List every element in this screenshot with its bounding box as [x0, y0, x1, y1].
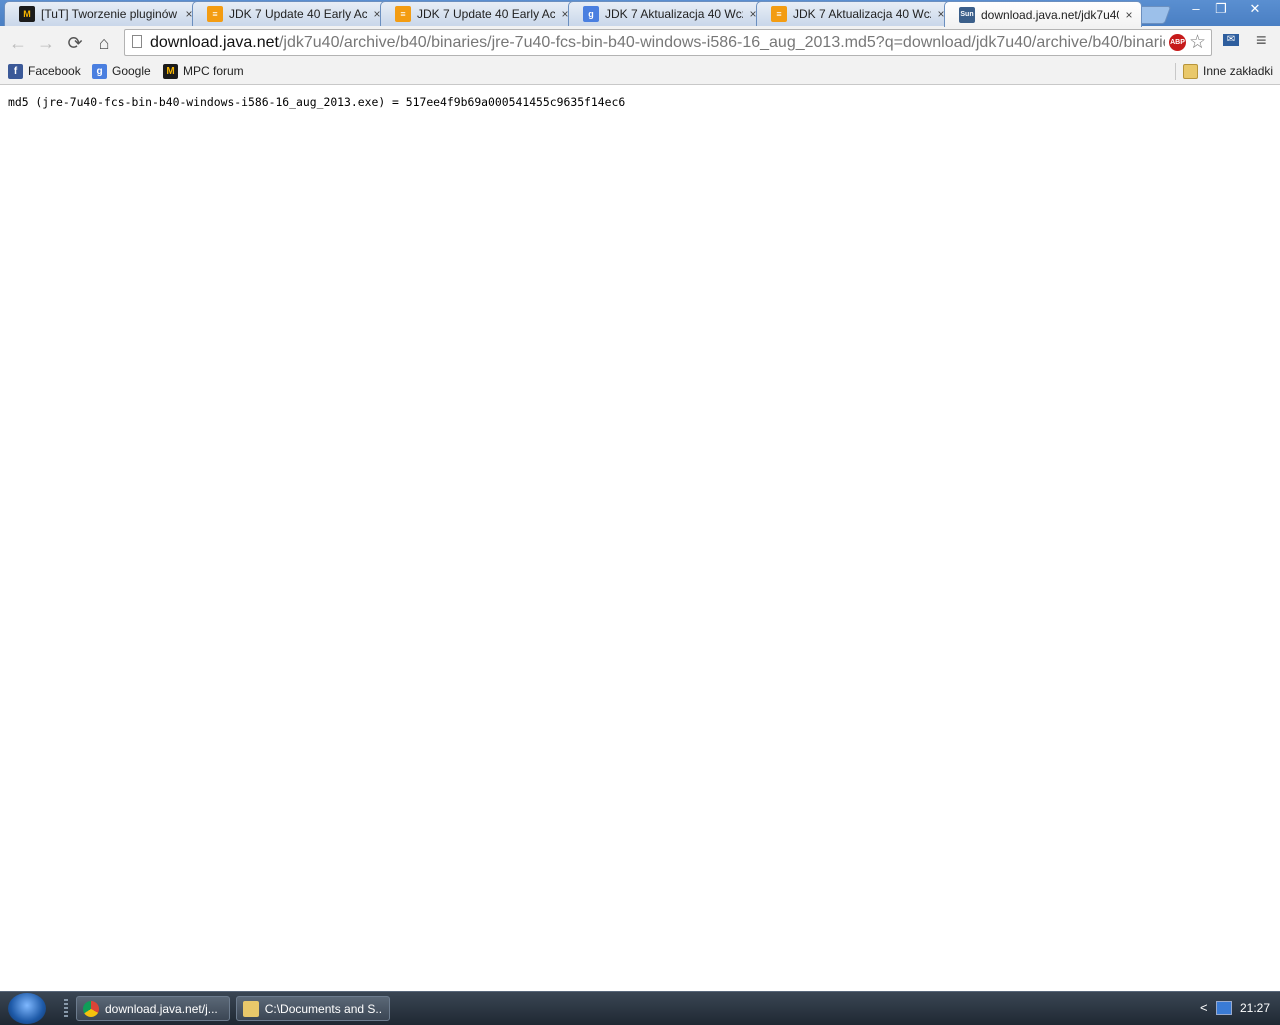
arrow-left-icon: ← [9, 33, 27, 53]
address-bar[interactable]: download.java.net/jdk7u40/archive/b40/bi… [124, 29, 1212, 56]
tab-title: JDK 7 Update 40 Early Access [229, 7, 367, 21]
url-text[interactable]: download.java.net/jdk7u40/archive/b40/bi… [150, 34, 1165, 52]
windows-taskbar: download.java.net/j... C:\Documents and … [0, 991, 1280, 1025]
menu-icon[interactable]: ≡ [1256, 30, 1267, 51]
tab-2[interactable]: ≡ JDK 7 Update 40 Early Access × [192, 1, 390, 26]
bookmark-star-icon[interactable]: ☆ [1189, 31, 1206, 54]
mpc-forum-icon: M [163, 63, 178, 79]
tab-4[interactable]: g JDK 7 Aktualizacja 40 Wczesny × [568, 1, 766, 26]
tab-3[interactable]: ≡ JDK 7 Update 40 Early Access × [380, 1, 578, 26]
tab-title: JDK 7 Update 40 Early Access [417, 7, 555, 21]
bookmarks-bar: f Facebook g Google M MPC forum Inne zak… [0, 59, 1280, 85]
taskbar-item-chrome[interactable]: download.java.net/j... [76, 996, 230, 1021]
sun-icon: Sun [959, 6, 975, 23]
browser-toolbar: ← → ⟳ ⌂ download.java.net/jdk7u40/archiv… [0, 26, 1280, 59]
google-icon: g [92, 63, 107, 79]
tray-app-icon[interactable] [1216, 1001, 1232, 1015]
folder-icon [1183, 63, 1198, 79]
google-icon: g [583, 6, 599, 22]
start-button[interactable] [8, 993, 46, 1024]
clock[interactable]: 21:27 [1240, 1001, 1270, 1015]
tab-title: JDK 7 Aktualizacja 40 Wczesny [793, 7, 931, 21]
bookmark-label: Facebook [28, 64, 81, 78]
blog-feed-icon: ≡ [207, 6, 223, 22]
mpc-forum-icon: M [19, 6, 35, 22]
taskbar-item-label: download.java.net/j... [105, 1001, 218, 1016]
bookmark-facebook[interactable]: f Facebook [8, 62, 81, 80]
close-icon[interactable]: × [1123, 8, 1135, 22]
adblock-icon[interactable]: ABP [1169, 34, 1186, 51]
home-button[interactable]: ⌂ [92, 31, 116, 55]
page-content: md5 (jre-7u40-fcs-bin-b40-windows-i586-1… [0, 85, 1280, 991]
minimize-button[interactable]: – [1183, 0, 1209, 18]
bookmark-google[interactable]: g Google [92, 62, 151, 80]
other-bookmarks-folder[interactable]: Inne zakładki [1183, 62, 1273, 80]
tab-title: [TuT] Tworzenie pluginów [41, 7, 178, 21]
home-icon: ⌂ [98, 33, 110, 53]
tab-title: JDK 7 Aktualizacja 40 Wczesny [605, 7, 743, 21]
bookmark-mpc-forum[interactable]: M MPC forum [163, 62, 244, 80]
gmail-checker-icon[interactable]: ✉ [1223, 34, 1239, 46]
tab-title: download.java.net/jdk7u40 [981, 7, 1119, 22]
tray-expand-button[interactable]: < [1200, 1000, 1208, 1015]
back-button[interactable]: ← [6, 31, 30, 55]
reload-icon: ⟳ [67, 33, 83, 53]
reload-button[interactable]: ⟳ [63, 31, 87, 55]
taskbar-item-explorer[interactable]: C:\Documents and S... [236, 996, 390, 1021]
facebook-icon: f [8, 63, 23, 79]
folder-icon [243, 1000, 259, 1017]
tab-strip: M [TuT] Tworzenie pluginów × ≡ JDK 7 Upd… [0, 0, 1280, 27]
tab-1[interactable]: M [TuT] Tworzenie pluginów × [4, 1, 202, 26]
window-close-button[interactable]: ✕ [1240, 0, 1270, 18]
taskbar-grip[interactable] [64, 999, 68, 1019]
tab-6-active[interactable]: Sun download.java.net/jdk7u40 × [944, 1, 1142, 27]
page-icon [132, 35, 142, 48]
bookmark-label: Google [112, 64, 151, 78]
blog-feed-icon: ≡ [771, 6, 787, 22]
chrome-icon [83, 1000, 99, 1017]
arrow-right-icon: → [37, 33, 55, 53]
md5-checksum-text: md5 (jre-7u40-fcs-bin-b40-windows-i586-1… [8, 95, 626, 109]
maximize-button[interactable]: ❐ [1208, 0, 1234, 18]
url-host: download.java.net [150, 34, 279, 51]
url-path: /jdk7u40/archive/b40/binaries/jre-7u40-f… [278, 34, 1165, 51]
taskbar-item-label: C:\Documents and S... [264, 1001, 383, 1016]
bookmarks-separator [1175, 63, 1176, 80]
blog-feed-icon: ≡ [395, 6, 411, 22]
forward-button[interactable]: → [34, 31, 58, 55]
bookmark-label: MPC forum [183, 64, 244, 78]
other-bookmarks-label: Inne zakładki [1203, 64, 1274, 78]
tab-5[interactable]: ≡ JDK 7 Aktualizacja 40 Wczesny × [756, 1, 954, 26]
